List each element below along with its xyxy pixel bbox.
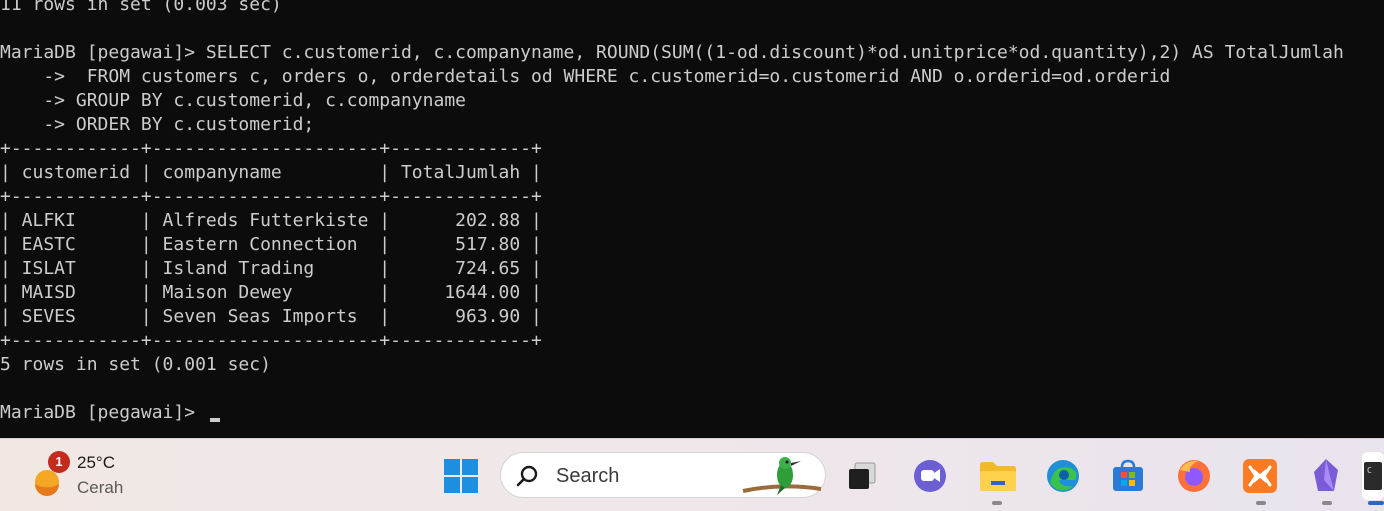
file-explorer-button[interactable] bbox=[974, 452, 1022, 500]
active-indicator bbox=[1368, 501, 1384, 505]
table-row: | ALFKI | Alfreds Futterkiste | 202.88 | bbox=[0, 210, 542, 231]
search-icon bbox=[516, 465, 538, 487]
obsidian-button[interactable] bbox=[1302, 452, 1350, 500]
windows-logo-icon bbox=[444, 459, 478, 493]
bird-illustration-icon bbox=[742, 457, 822, 495]
command-prompt[interactable]: MariaDB [pegawai]> bbox=[0, 401, 206, 425]
chat-button[interactable] bbox=[906, 452, 954, 500]
terminal-line: -> FROM customers c, orders o, orderdeta… bbox=[0, 66, 1171, 87]
terminal-window[interactable]: 11 rows in set (0.003 sec) MariaDB [pega… bbox=[0, 0, 1384, 438]
firefox-button[interactable] bbox=[1170, 452, 1218, 500]
firefox-icon bbox=[1178, 460, 1210, 492]
table-row: | MAISD | Maison Dewey | 1644.00 | bbox=[0, 282, 542, 303]
table-border: +------------+---------------------+----… bbox=[0, 186, 542, 207]
terminal-line: 11 rows in set (0.003 sec) bbox=[0, 0, 282, 15]
taskbar: 1 25°C Cerah Search C bbox=[0, 438, 1384, 511]
svg-text:C: C bbox=[1367, 466, 1372, 475]
terminal-line: -> ORDER BY c.customerid; bbox=[0, 114, 315, 135]
weather-widget[interactable]: 1 25°C Cerah bbox=[30, 451, 150, 501]
table-border: +------------+---------------------+----… bbox=[0, 138, 542, 159]
obsidian-icon bbox=[1314, 459, 1338, 491]
task-view-icon bbox=[849, 462, 876, 489]
terminal-button[interactable]: C bbox=[1362, 452, 1384, 500]
task-view-button[interactable] bbox=[838, 452, 886, 500]
table-row: | SEVES | Seven Seas Imports | 963.90 | bbox=[0, 306, 542, 327]
notification-badge: 1 bbox=[48, 451, 70, 473]
text-cursor bbox=[210, 418, 220, 422]
running-indicator bbox=[1322, 501, 1332, 505]
xampp-button[interactable] bbox=[1236, 452, 1284, 500]
terminal-line: MariaDB [pegawai]> SELECT c.customerid, … bbox=[0, 42, 1344, 63]
terminal-line: -> GROUP BY c.customerid, c.companyname bbox=[0, 90, 466, 111]
table-header: | customerid | companyname | TotalJumlah… bbox=[0, 162, 542, 183]
table-row: | EASTC | Eastern Connection | 517.80 | bbox=[0, 234, 542, 255]
store-icon bbox=[1113, 459, 1143, 491]
running-indicator bbox=[992, 501, 1002, 505]
terminal-icon: C bbox=[1364, 462, 1382, 490]
running-indicator bbox=[1256, 501, 1266, 505]
search-box[interactable]: Search bbox=[500, 452, 826, 498]
microsoft-store-button[interactable] bbox=[1104, 452, 1152, 500]
table-row: | ISLAT | Island Trading | 724.65 | bbox=[0, 258, 542, 279]
xampp-icon bbox=[1243, 459, 1277, 493]
weather-condition: Cerah bbox=[77, 478, 124, 497]
start-button[interactable] bbox=[437, 452, 485, 500]
edge-button[interactable] bbox=[1039, 452, 1087, 500]
edge-icon bbox=[1047, 460, 1079, 492]
weather-temperature: 25°C bbox=[77, 453, 115, 472]
folder-icon bbox=[980, 462, 1016, 491]
terminal-line: 5 rows in set (0.001 sec) bbox=[0, 354, 271, 375]
search-placeholder: Search bbox=[556, 465, 620, 487]
chat-icon bbox=[914, 460, 946, 492]
table-border: +------------+---------------------+----… bbox=[0, 330, 542, 351]
